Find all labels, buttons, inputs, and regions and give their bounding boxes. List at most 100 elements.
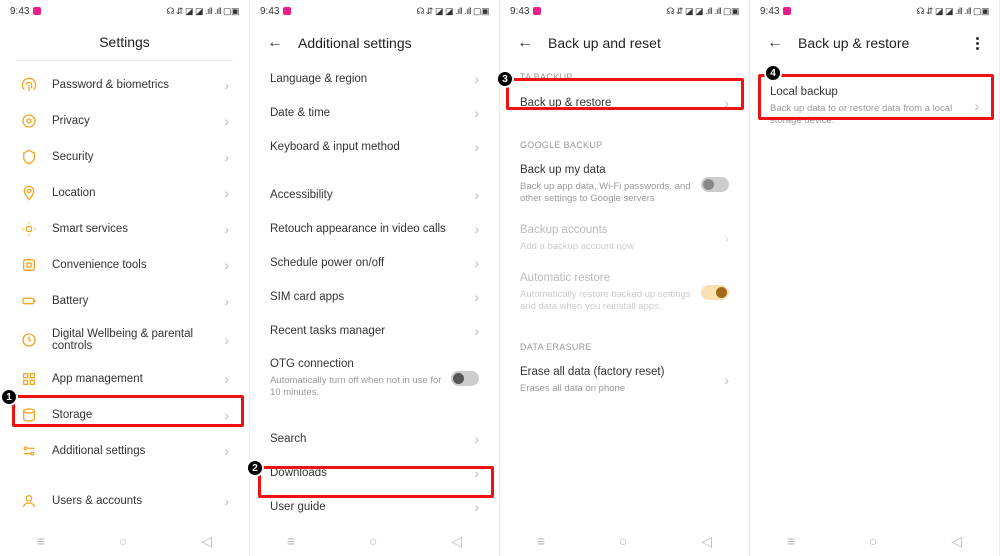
step-badge-1: 1 xyxy=(0,388,18,406)
row-battery[interactable]: Battery › xyxy=(4,283,245,319)
row-text: Back up my data Back up app data, Wi-Fi … xyxy=(520,163,701,205)
row-google[interactable]: Google › xyxy=(4,519,245,526)
row-label: Keyboard & input method xyxy=(270,141,474,153)
row-label: Accessibility xyxy=(270,189,474,201)
row-sim-card-apps[interactable]: SIM card apps› xyxy=(254,280,495,314)
row-user-guide[interactable]: User guide› xyxy=(254,490,495,524)
row-retouch[interactable]: Retouch appearance in video calls› xyxy=(254,212,495,246)
nav-home-icon[interactable]: ○ xyxy=(119,533,127,549)
row-accessibility[interactable]: Accessibility› xyxy=(254,178,495,212)
back-arrow-icon[interactable]: ← xyxy=(766,34,784,52)
spacer xyxy=(254,164,495,178)
nav-home-icon[interactable]: ○ xyxy=(869,533,877,549)
chevron-right-icon: › xyxy=(224,221,229,237)
toggle-automatic-restore xyxy=(701,285,729,300)
row-password-biometrics[interactable]: Password & biometrics › xyxy=(4,67,245,103)
row-downloads[interactable]: Downloads› xyxy=(254,456,495,490)
header: ← Back up & restore xyxy=(750,22,999,62)
nav-bar: ≡ ○ ◁ xyxy=(0,526,249,556)
chevron-right-icon: › xyxy=(474,323,479,339)
row-label: Erase all data (factory reset) xyxy=(520,365,724,381)
nav-back-icon[interactable]: ◁ xyxy=(951,533,962,550)
chevron-right-icon: › xyxy=(224,257,229,273)
row-back-up-and-reset[interactable]: Back up and reset› xyxy=(254,524,495,526)
chevron-right-icon: › xyxy=(724,95,729,111)
row-app-management[interactable]: App management › xyxy=(4,361,245,397)
chevron-right-icon: › xyxy=(474,221,479,237)
nav-menu-icon[interactable]: ≡ xyxy=(787,533,795,549)
nav-menu-icon[interactable]: ≡ xyxy=(287,533,295,549)
nav-back-icon[interactable]: ◁ xyxy=(201,533,212,550)
location-icon xyxy=(20,184,38,202)
back-arrow-icon[interactable]: ← xyxy=(266,34,284,52)
row-erase-all-data[interactable]: Erase all data (factory reset) Erases al… xyxy=(504,356,745,404)
nav-menu-icon[interactable]: ≡ xyxy=(37,533,45,549)
status-icons: ☊ ⇵ ◪ ◪ .ıll .ıll ▢▣ xyxy=(166,6,239,17)
privacy-icon xyxy=(20,112,38,130)
row-backup-restore[interactable]: Back up & restore › xyxy=(504,86,745,120)
back-arrow-icon[interactable]: ← xyxy=(516,34,534,52)
row-search[interactable]: Search› xyxy=(254,422,495,456)
page-title: Back up and reset xyxy=(548,35,661,51)
screen-backup-and-reset: 9:43 ☊ ⇵ ◪ ◪ .ıll .ıll ▢▣ ← Back up and … xyxy=(500,0,750,556)
row-label: Convenience tools xyxy=(52,259,224,271)
row-text: Local backup Back up data to or restore … xyxy=(770,85,974,127)
nav-back-icon[interactable]: ◁ xyxy=(701,533,712,550)
row-label: User guide xyxy=(270,501,474,513)
chevron-right-icon: › xyxy=(224,149,229,165)
row-sublabel: Automatically turn off when not in use f… xyxy=(270,375,451,400)
status-bar: 9:43 ☊ ⇵ ◪ ◪ .ıll .ıll ▢▣ xyxy=(500,0,749,22)
nav-bar: ≡ ○ ◁ xyxy=(500,526,749,556)
row-digital-wellbeing[interactable]: Digital Wellbeing & parental controls › xyxy=(4,319,245,361)
backup-restore-list[interactable]: Local backup Back up data to or restore … xyxy=(750,62,999,526)
row-local-backup[interactable]: Local backup Back up data to or restore … xyxy=(754,76,995,136)
row-keyboard-input[interactable]: Keyboard & input method› xyxy=(254,130,495,164)
battery-icon xyxy=(20,292,38,310)
chevron-right-icon: › xyxy=(224,77,229,93)
row-smart-services[interactable]: Smart services › xyxy=(4,211,245,247)
chevron-right-icon: › xyxy=(224,185,229,201)
chevron-right-icon: › xyxy=(474,499,479,515)
toggle-backup-my-data[interactable] xyxy=(701,177,729,192)
row-backup-my-data[interactable]: Back up my data Back up app data, Wi-Fi … xyxy=(504,154,745,214)
row-recent-tasks[interactable]: Recent tasks manager› xyxy=(254,314,495,348)
row-storage[interactable]: Storage › xyxy=(4,397,245,433)
row-text: Erase all data (factory reset) Erases al… xyxy=(520,365,724,395)
chevron-right-icon: › xyxy=(224,332,229,348)
step-badge-4: 4 xyxy=(764,64,782,82)
row-privacy[interactable]: Privacy › xyxy=(4,103,245,139)
chevron-right-icon: › xyxy=(224,293,229,309)
section-data-erasure: DATA ERASURE xyxy=(504,332,745,356)
header: ← Additional settings xyxy=(250,22,499,62)
additional-settings-list[interactable]: Language & region› Date & time› Keyboard… xyxy=(250,62,499,526)
nav-back-icon[interactable]: ◁ xyxy=(451,533,462,550)
row-additional-settings[interactable]: Additional settings › xyxy=(4,433,245,469)
nav-home-icon[interactable]: ○ xyxy=(369,533,377,549)
step-badge-2: 2 xyxy=(246,459,264,477)
nav-menu-icon[interactable]: ≡ xyxy=(537,533,545,549)
notification-dot-icon xyxy=(783,7,791,15)
row-location[interactable]: Location › xyxy=(4,175,245,211)
page-title: Settings xyxy=(99,34,150,50)
row-security[interactable]: Security › xyxy=(4,139,245,175)
row-sublabel: Erases all data on phone xyxy=(520,383,724,395)
settings-list[interactable]: Password & biometrics › Privacy › Securi… xyxy=(0,67,249,526)
row-label: Schedule power on/off xyxy=(270,257,474,269)
row-convenience-tools[interactable]: Convenience tools › xyxy=(4,247,245,283)
chevron-right-icon: › xyxy=(724,372,729,388)
row-backup-accounts: Backup accounts Add a backup account now… xyxy=(504,214,745,262)
menu-dots-icon[interactable] xyxy=(976,37,983,50)
nav-home-icon[interactable]: ○ xyxy=(619,533,627,549)
row-language-region[interactable]: Language & region› xyxy=(254,62,495,96)
row-label: Users & accounts xyxy=(52,495,224,507)
toggle-otg[interactable] xyxy=(451,371,479,386)
row-label: Recent tasks manager xyxy=(270,325,474,337)
apps-icon xyxy=(20,370,38,388)
backup-reset-list[interactable]: TA BACKUP Back up & restore › GOOGLE BAC… xyxy=(500,62,749,526)
row-otg-connection[interactable]: OTG connection Automatically turn off wh… xyxy=(254,348,495,408)
row-date-time[interactable]: Date & time› xyxy=(254,96,495,130)
section-google-backup: GOOGLE BACKUP xyxy=(504,130,745,154)
row-users-accounts[interactable]: Users & accounts › xyxy=(4,483,245,519)
status-bar: 9:43 ☊ ⇵ ◪ ◪ .ıll .ıll ▢▣ xyxy=(250,0,499,22)
row-schedule-power[interactable]: Schedule power on/off› xyxy=(254,246,495,280)
